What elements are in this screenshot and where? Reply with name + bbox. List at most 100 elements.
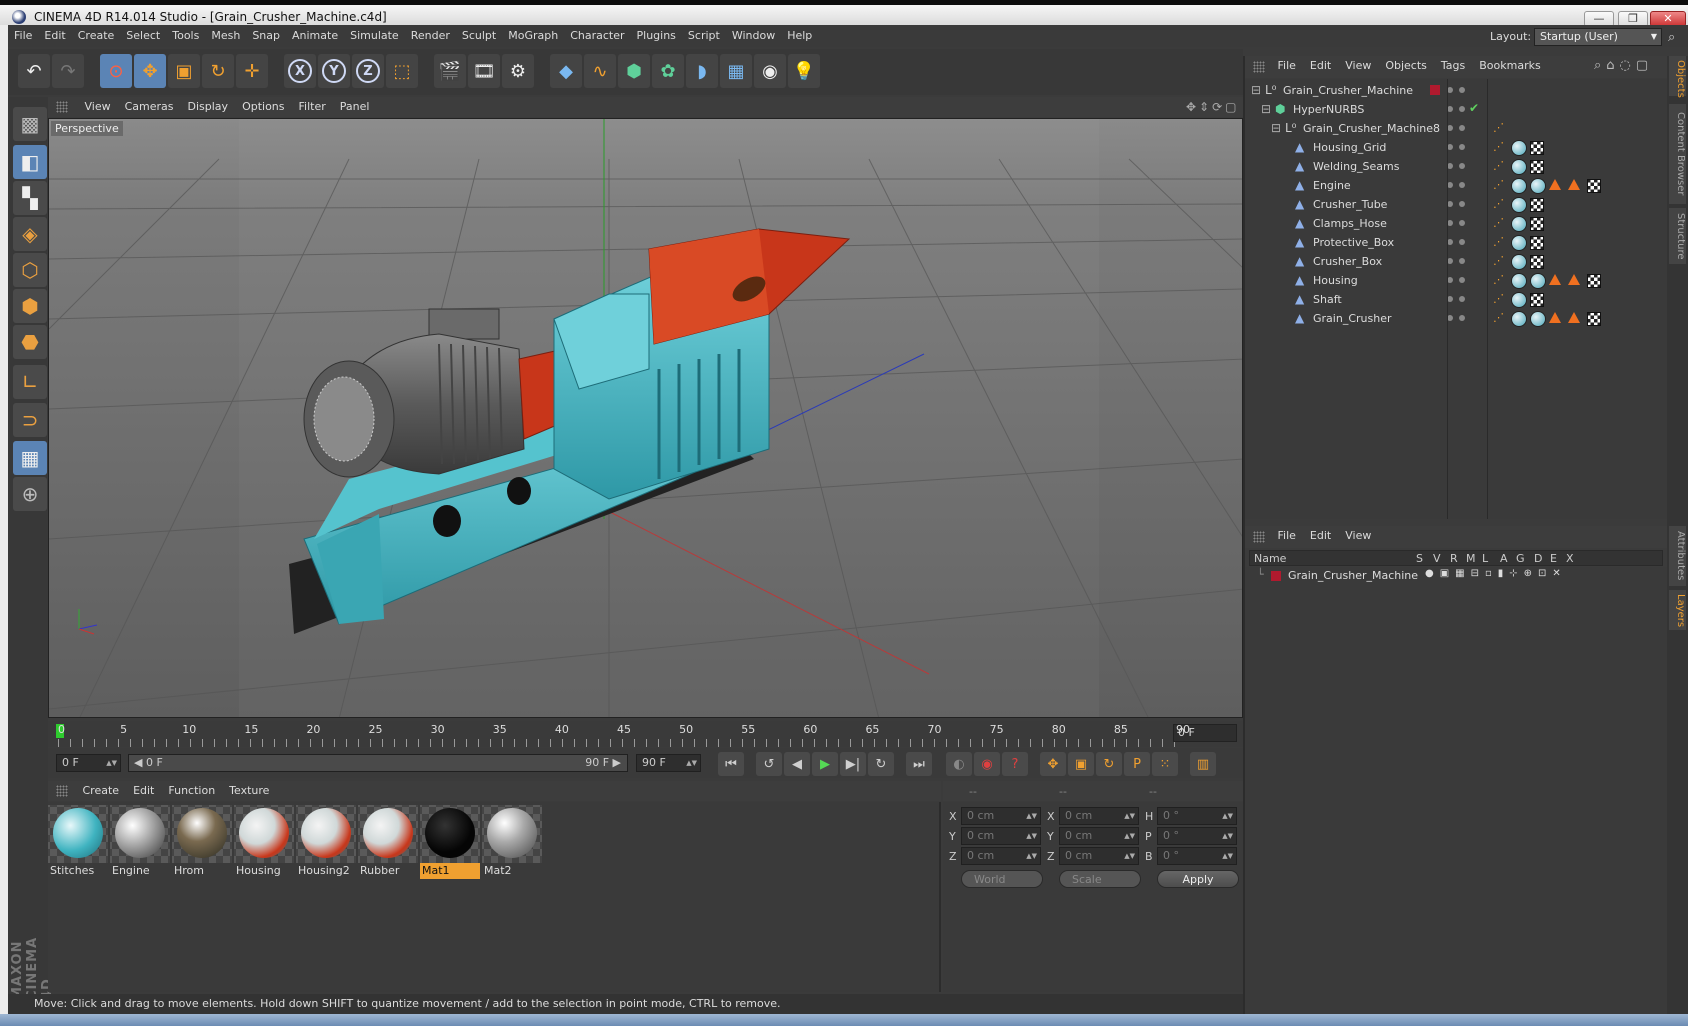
workplane-mode-icon[interactable]: ◈ [13,217,47,251]
object-row-hypernurbs[interactable]: ⊟ ⬢ HyperNURBS ✔ [1245,100,1667,120]
menu-mesh[interactable]: Mesh [205,25,246,47]
phong-tag-icon[interactable]: ⋰ [1493,236,1505,248]
light-icon[interactable]: 💡 [788,54,820,88]
camera-icon[interactable]: ◉ [754,54,786,88]
rotate-tool-icon[interactable]: ↻ [202,54,234,88]
menu-character[interactable]: Character [564,25,630,47]
layer-menu-view[interactable]: View [1338,526,1378,546]
layer-column-g[interactable]: G [1516,552,1525,565]
play-icon[interactable]: ▶ [812,752,838,776]
selection-tag-icon[interactable] [1568,179,1580,190]
go-to-start-icon[interactable]: ⏮ [718,752,744,776]
model-mode-icon[interactable]: ◧ [13,145,47,179]
layer-column-r[interactable]: R [1450,552,1458,565]
snap-icon[interactable]: ▦ [13,441,47,475]
tweak-mode-icon[interactable]: ⊃ [13,403,47,437]
texture-tag-icon[interactable] [1511,292,1527,308]
uvw-tag-icon[interactable] [1530,236,1544,250]
object-name[interactable]: Crusher_Box [1313,255,1382,268]
recent-tools-icon[interactable]: ✛ [236,54,268,88]
uvw-tag-icon[interactable] [1587,179,1601,193]
menu-plugins[interactable]: Plugins [631,25,682,47]
frame-range-slider[interactable]: ◀ 0 F 90 F ▶ [128,754,628,772]
uvw-tag-icon[interactable] [1587,312,1601,326]
object-name[interactable]: HyperNURBS [1293,103,1364,116]
scale-tool-icon[interactable]: ▣ [168,54,200,88]
object-manager-nav-icons[interactable]: ⌕⌂◌▢ [1594,58,1653,73]
viewport-nav-icons[interactable]: ✥⇕⟳▢ [1186,100,1240,114]
phong-tag-icon[interactable]: ⋰ [1493,122,1505,134]
spinner-icon[interactable]: ▲▼ [1026,808,1037,824]
material-stitches[interactable]: Stitches [48,805,108,879]
array-icon[interactable]: ✿ [652,54,684,88]
menu-tools[interactable]: Tools [166,25,205,47]
start-frame-field[interactable]: 0 F ▲▼ [56,754,121,772]
spinner-icon[interactable]: ▲▼ [1026,848,1037,864]
layer-column-l[interactable]: L [1482,552,1488,565]
layer-column-e[interactable]: E [1550,552,1557,565]
render-visibility-dot[interactable] [1459,182,1465,188]
collapse-icon[interactable]: ⊟ [1261,102,1275,116]
apply-button[interactable]: Apply [1157,870,1239,888]
key-parameter-icon[interactable]: P [1124,752,1150,776]
y-axis-lock-icon[interactable]: Y [318,54,350,88]
layer-column-a[interactable]: A [1500,552,1508,565]
spinner-icon[interactable]: ▲▼ [686,755,697,771]
coordinate-space-select[interactable]: World [961,870,1043,888]
menu-file[interactable]: File [8,25,38,47]
position-z-field[interactable]: 0 cm ▲▼ [961,847,1041,865]
key-position-icon[interactable]: ✥ [1040,752,1066,776]
render-visibility-dot[interactable] [1459,277,1465,283]
uvw-tag-icon[interactable] [1587,274,1601,288]
render-settings-icon[interactable]: ⚙ [502,54,534,88]
layer-column-m[interactable]: M [1466,552,1476,565]
menu-window[interactable]: Window [726,25,781,47]
render-picture-viewer-icon[interactable]: 🎞 [468,54,500,88]
object-row-grain-crusher[interactable]: ▲ Grain_Crusher ⋰ [1245,309,1667,329]
spinner-icon[interactable]: ▲▼ [1124,808,1135,824]
object-row-clamps-hose[interactable]: ▲ Clamps_Hose ⋰ [1245,214,1667,234]
layer-column-name[interactable]: Name [1254,552,1286,565]
texture-tag-icon[interactable] [1511,159,1527,175]
spinner-icon[interactable]: ▲▼ [1222,808,1233,824]
material-menu-texture[interactable]: Texture [222,781,276,801]
size-y-field[interactable]: 0 cm ▲▼ [1059,827,1139,845]
texture-tag-icon[interactable] [1530,178,1546,194]
collapse-icon[interactable]: ⊟ [1271,121,1285,135]
texture-tag-icon[interactable] [1511,140,1527,156]
tab-content-browser[interactable]: Content Browser [1669,104,1686,204]
rotation-p-field[interactable]: 0 ° ▲▼ [1157,827,1237,845]
keyframe-selection-icon[interactable]: ? [1002,752,1028,776]
go-to-end-icon[interactable]: ⏭ [906,752,932,776]
tab-objects[interactable]: Objects [1669,56,1686,98]
end-frame-field[interactable]: 90 F ▲▼ [636,754,701,772]
layer-menu-edit[interactable]: Edit [1303,526,1338,546]
render-visibility-dot[interactable] [1459,315,1465,321]
record-active-icon[interactable]: ◐ [946,752,972,776]
menu-simulate[interactable]: Simulate [344,25,405,47]
uvw-tag-icon[interactable] [1530,293,1544,307]
object-name[interactable]: Clamps_Hose [1313,217,1387,230]
phong-tag-icon[interactable]: ⋰ [1493,312,1505,324]
layer-column-d[interactable]: D [1534,552,1542,565]
viewport-menu-cameras[interactable]: Cameras [118,97,181,117]
material-mat2[interactable]: Mat2 [482,805,542,879]
object-name[interactable]: Grain_Crusher_Machine [1283,84,1413,97]
redo-icon[interactable]: ↷ [52,54,84,88]
viewport-menu-options[interactable]: Options [235,97,291,117]
object-menu-objects[interactable]: Objects [1378,56,1434,76]
layout-select[interactable]: Startup (User) [1534,28,1662,46]
size-mode-select[interactable]: Scale [1059,870,1141,888]
viewport-menu-panel[interactable]: Panel [333,97,377,117]
texture-mode-icon[interactable]: ▚ [13,181,47,215]
autokey-icon[interactable]: ◉ [974,752,1000,776]
menu-render[interactable]: Render [405,25,456,47]
enabled-check-icon[interactable]: ✔ [1469,101,1479,115]
live-selection-icon[interactable]: ⊙ [100,54,132,88]
uvw-tag-icon[interactable] [1530,141,1544,155]
spinner-icon[interactable]: ▲▼ [1222,828,1233,844]
material-mat1[interactable]: Mat1 [420,805,480,879]
menu-sculpt[interactable]: Sculpt [456,25,502,47]
texture-tag-icon[interactable] [1511,254,1527,270]
object-menu-view[interactable]: View [1338,56,1378,76]
